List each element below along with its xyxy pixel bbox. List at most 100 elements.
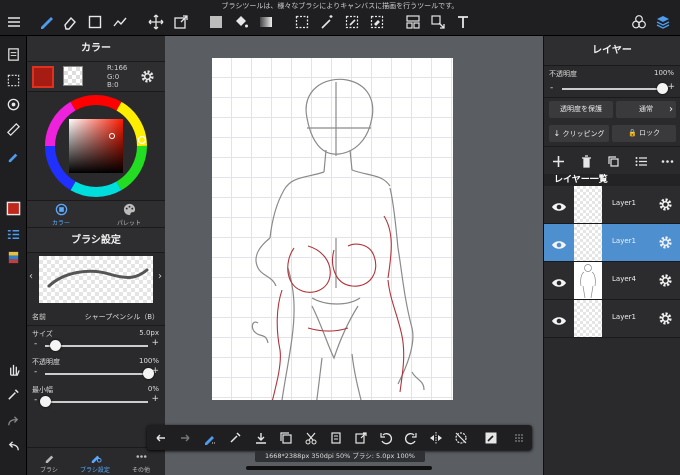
eyedropper-icon[interactable] bbox=[5, 386, 22, 403]
rotate-right-icon[interactable] bbox=[403, 430, 418, 445]
cut-icon[interactable] bbox=[303, 430, 318, 445]
opacity-slider-track[interactable] bbox=[45, 373, 148, 375]
undo-icon[interactable] bbox=[153, 430, 168, 445]
duplicate-layer-icon[interactable] bbox=[607, 153, 620, 167]
visibility-eye-icon[interactable] bbox=[551, 198, 567, 211]
opacity-plus-button[interactable]: + bbox=[151, 366, 159, 376]
layer-row[interactable]: Layer4 bbox=[544, 262, 680, 300]
redo-strip-icon[interactable] bbox=[5, 413, 22, 430]
lock-button[interactable]: 🔒 ロック bbox=[612, 125, 676, 142]
rgb-b: B:0 bbox=[107, 81, 119, 89]
layer-opacity-plus-button[interactable]: + bbox=[667, 82, 675, 92]
tab-palette[interactable]: パレット bbox=[99, 203, 159, 227]
rotate-icon[interactable] bbox=[5, 96, 22, 113]
stabilizer-pen-icon[interactable] bbox=[202, 430, 217, 445]
layer-opacity-minus-button[interactable]: - bbox=[550, 83, 553, 93]
size-minus-button[interactable]: - bbox=[34, 339, 37, 349]
layer-row[interactable]: Layer1 bbox=[544, 300, 680, 338]
save-icon[interactable] bbox=[253, 430, 268, 445]
text-tool-icon[interactable] bbox=[455, 14, 471, 30]
min-width-minus-button[interactable]: - bbox=[34, 395, 37, 405]
layer-opacity-slider-knob[interactable] bbox=[656, 83, 668, 94]
blend-mode-select[interactable]: 通常 › bbox=[616, 101, 676, 118]
brush-tool-icon[interactable] bbox=[38, 14, 54, 30]
brush-settings-title: ブラシ設定 bbox=[27, 228, 165, 253]
file-icon[interactable] bbox=[5, 46, 22, 63]
visibility-eye-icon[interactable] bbox=[551, 312, 567, 325]
visibility-eye-icon[interactable] bbox=[551, 274, 567, 287]
dropper-icon[interactable] bbox=[227, 430, 242, 445]
frame-divider-icon[interactable] bbox=[405, 14, 421, 30]
delete-layer-icon[interactable] bbox=[580, 153, 593, 168]
min-width-slider-knob[interactable] bbox=[39, 396, 51, 407]
drawing-canvas[interactable] bbox=[212, 58, 453, 417]
size-slider-knob[interactable] bbox=[49, 340, 61, 351]
layer-row-selected[interactable]: Layer1 bbox=[544, 224, 680, 262]
min-width-plus-button[interactable]: + bbox=[151, 394, 159, 404]
next-brush-arrow-icon[interactable]: › bbox=[158, 271, 162, 282]
select-pen-icon[interactable] bbox=[344, 14, 360, 30]
ruler-icon[interactable] bbox=[5, 121, 22, 138]
gradient-tool-icon[interactable] bbox=[258, 14, 274, 30]
magic-wand-icon[interactable] bbox=[319, 14, 335, 30]
color-wheel[interactable] bbox=[27, 92, 165, 200]
clipping-button[interactable]: ↓ クリッピング bbox=[549, 125, 609, 142]
pen-snap-icon[interactable] bbox=[5, 147, 22, 164]
canvas-area[interactable] bbox=[165, 36, 543, 475]
layer-more-icon[interactable] bbox=[661, 153, 674, 166]
transform-tool-icon[interactable] bbox=[173, 14, 189, 30]
palette-strip-icon[interactable] bbox=[5, 249, 22, 266]
main-color-swatch[interactable] bbox=[32, 66, 54, 88]
color-panel-icon[interactable] bbox=[5, 200, 22, 217]
operation-tool-icon[interactable] bbox=[430, 14, 446, 30]
material-icon[interactable] bbox=[631, 14, 647, 30]
rotate-left-icon[interactable] bbox=[378, 430, 393, 445]
selection-icon[interactable] bbox=[5, 72, 22, 89]
more-icon bbox=[135, 455, 147, 458]
fill-color-icon[interactable] bbox=[208, 14, 224, 30]
shape-tool-icon[interactable] bbox=[87, 14, 103, 30]
select-tool-icon[interactable] bbox=[294, 14, 310, 30]
layer-opacity-label: 不透明度 bbox=[549, 70, 577, 78]
layer-list-icon[interactable] bbox=[635, 153, 648, 166]
layer-settings-gear-icon[interactable] bbox=[658, 197, 673, 212]
size-plus-button[interactable]: + bbox=[151, 338, 159, 348]
grip-icon[interactable] bbox=[511, 430, 526, 445]
tab-more[interactable]: その他 bbox=[111, 450, 171, 474]
transform-icon[interactable] bbox=[353, 430, 368, 445]
tab-color[interactable]: カラー bbox=[31, 203, 91, 227]
app-root: ブラシツールは、様々なブラシによりキャンバスに描画を行うツールです。 カラー R… bbox=[0, 0, 680, 475]
redo-icon[interactable] bbox=[177, 430, 192, 445]
protect-alpha-button[interactable]: 透明度を保護 bbox=[549, 101, 613, 118]
tab-color-label: カラー bbox=[51, 220, 70, 227]
layer-opacity-slider-track[interactable] bbox=[562, 88, 662, 90]
move-tool-icon[interactable] bbox=[148, 14, 164, 30]
color-panel-title: カラー bbox=[27, 36, 165, 62]
layers-icon[interactable] bbox=[655, 14, 671, 30]
prev-brush-arrow-icon[interactable]: ‹ bbox=[29, 271, 33, 282]
tab-palette-label: パレット bbox=[116, 220, 141, 227]
layer-settings-gear-icon[interactable] bbox=[658, 235, 673, 250]
flip-icon[interactable] bbox=[428, 430, 443, 445]
rotate-reset-icon[interactable] bbox=[453, 430, 468, 445]
sub-color-swatch[interactable] bbox=[63, 66, 83, 86]
color-settings-gear-icon[interactable] bbox=[140, 69, 155, 84]
min-width-slider-track[interactable] bbox=[45, 401, 148, 403]
select-eraser-icon[interactable] bbox=[369, 14, 385, 30]
brush-settings-toggle-icon[interactable] bbox=[483, 430, 498, 445]
line-tool-icon[interactable] bbox=[112, 14, 128, 30]
add-layer-icon[interactable] bbox=[552, 153, 565, 167]
brush-list-icon[interactable] bbox=[5, 226, 22, 243]
visibility-eye-icon[interactable] bbox=[551, 236, 567, 249]
layer-settings-gear-icon[interactable] bbox=[658, 273, 673, 288]
bucket-tool-icon[interactable] bbox=[233, 14, 249, 30]
layer-row[interactable]: Layer1 bbox=[544, 186, 680, 224]
opacity-minus-button[interactable]: - bbox=[34, 367, 37, 377]
copy-icon[interactable] bbox=[278, 430, 293, 445]
paste-icon[interactable] bbox=[328, 430, 343, 445]
eraser-tool-icon[interactable] bbox=[62, 14, 78, 30]
hand-tool-icon[interactable] bbox=[5, 361, 22, 378]
layer-settings-gear-icon[interactable] bbox=[658, 311, 673, 326]
menu-icon[interactable] bbox=[6, 14, 22, 30]
brush-name-row[interactable]: 名前 シャープペンシル（B） bbox=[27, 306, 165, 326]
